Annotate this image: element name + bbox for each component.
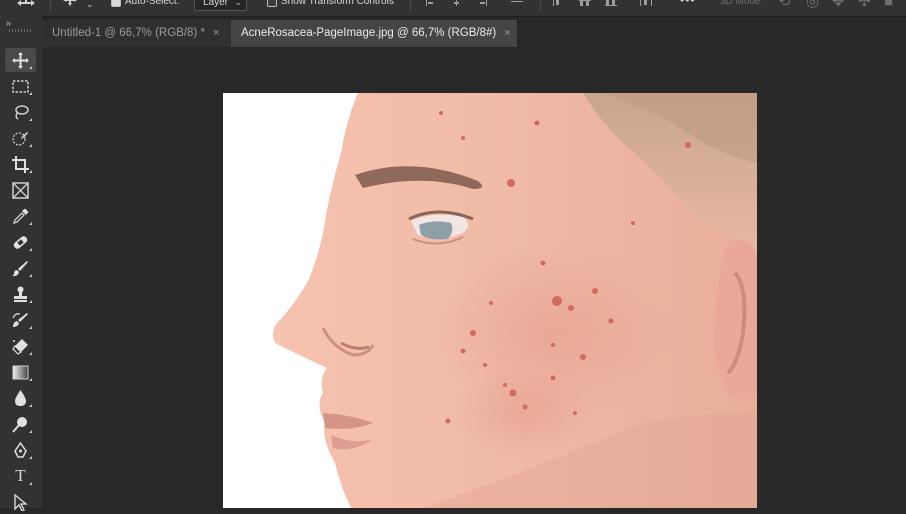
path-selection-tool[interactable] (5, 490, 36, 514)
history-brush-tool[interactable] (5, 308, 36, 332)
healing-brush-tool[interactable] (5, 230, 36, 254)
3d-mode-label: 3D Mode: (720, 0, 764, 7)
tools-panel: » T (0, 16, 43, 511)
move-tool-preset-icon[interactable] (17, 0, 35, 10)
align-top-icon[interactable] (511, 0, 523, 6)
tab-label: AcneRosacea-PageImage.jpg @ 66,7% (RGB/8… (241, 27, 497, 39)
brush-tool[interactable] (5, 256, 36, 280)
eraser-icon (12, 339, 28, 355)
tab-label: Untitled-1 @ 66,7% (RGB/8) * (52, 27, 205, 39)
history-brush-icon (12, 313, 28, 327)
frame-icon (12, 182, 29, 199)
dodge-icon (12, 417, 27, 433)
options-bar: ⌄ Auto-Select: Layer ⌄ Show Transform Co… (0, 0, 906, 17)
move-icon (12, 52, 29, 69)
pen-icon (14, 442, 27, 458)
separator (410, 0, 411, 12)
quick-selection-tool[interactable] (5, 126, 36, 150)
panel-grip[interactable] (9, 29, 33, 32)
brush-icon (12, 261, 28, 277)
clone-stamp-tool[interactable] (5, 282, 36, 306)
move-tool[interactable] (5, 48, 36, 72)
chevron-down-icon: ⌄ (234, 0, 243, 7)
align-center-icon[interactable] (451, 0, 463, 6)
face-photo (223, 93, 757, 508)
distribute-right-icon[interactable] (605, 0, 617, 6)
droplet-icon (15, 390, 26, 406)
eyedropper-tool[interactable] (5, 204, 36, 228)
crop-icon (12, 156, 29, 173)
pen-tool[interactable] (5, 438, 36, 462)
frame-tool[interactable] (5, 178, 36, 202)
quick-selection-icon (12, 132, 28, 146)
auto-select-label: Auto-Select: (125, 0, 180, 7)
chevron-down-icon[interactable]: ⌄ (86, 0, 94, 12)
align-right-icon[interactable] (476, 0, 488, 6)
layer-select-value: Layer (203, 0, 229, 8)
close-tab-icon[interactable]: × (504, 27, 510, 39)
slide-3d-icon: ✣ (858, 0, 871, 10)
stamp-icon (14, 286, 27, 302)
tab-acnerosacea[interactable]: AcneRosacea-PageImage.jpg @ 66,7% (RGB/8… (231, 20, 518, 47)
align-left-icon[interactable] (426, 0, 438, 6)
band-aid-icon (13, 236, 28, 249)
rectangular-marquee-icon (12, 80, 29, 93)
document-tabs: Untitled-1 @ 66,7% (RGB/8) * × AcneRosace… (42, 20, 906, 47)
auto-select-checkbox[interactable] (111, 0, 121, 7)
arrow-cursor-icon (14, 494, 28, 511)
crop-tool[interactable] (5, 152, 36, 176)
distribute-center-icon[interactable] (579, 0, 591, 6)
eyedropper-icon (12, 208, 29, 225)
marquee-tool[interactable] (5, 74, 36, 98)
tab-untitled-1[interactable]: Untitled-1 @ 66,7% (RGB/8) * × (42, 20, 233, 47)
blur-tool[interactable] (5, 386, 36, 410)
document-canvas[interactable] (223, 93, 757, 508)
orbit-3d-icon: ⟲ (778, 0, 791, 10)
eraser-tool[interactable] (5, 334, 36, 358)
dodge-tool[interactable] (5, 412, 36, 436)
distribute-left-icon[interactable] (553, 0, 565, 6)
separator (540, 0, 541, 12)
collapse-toolbar-button[interactable]: » (6, 18, 11, 28)
show-transform-checkbox[interactable] (267, 0, 277, 7)
gradient-tool[interactable] (5, 360, 36, 384)
separator (50, 0, 51, 12)
layer-select[interactable]: Layer ⌄ (194, 0, 248, 11)
lasso-icon (15, 105, 29, 120)
roll-3d-icon: ◎ (806, 0, 820, 10)
close-tab-icon[interactable]: × (213, 27, 219, 39)
distribute-spacing-icon[interactable] (640, 0, 652, 6)
pan-3d-icon: ✥ (832, 0, 845, 10)
more-options-button[interactable]: ••• (680, 0, 696, 7)
show-transform-label: Show Transform Controls (281, 0, 394, 7)
type-tool[interactable]: T (5, 464, 36, 488)
move-icon[interactable] (62, 0, 78, 10)
camera-3d-icon: ■ (884, 0, 894, 10)
lasso-tool[interactable] (5, 100, 36, 124)
gradient-icon (12, 365, 29, 380)
